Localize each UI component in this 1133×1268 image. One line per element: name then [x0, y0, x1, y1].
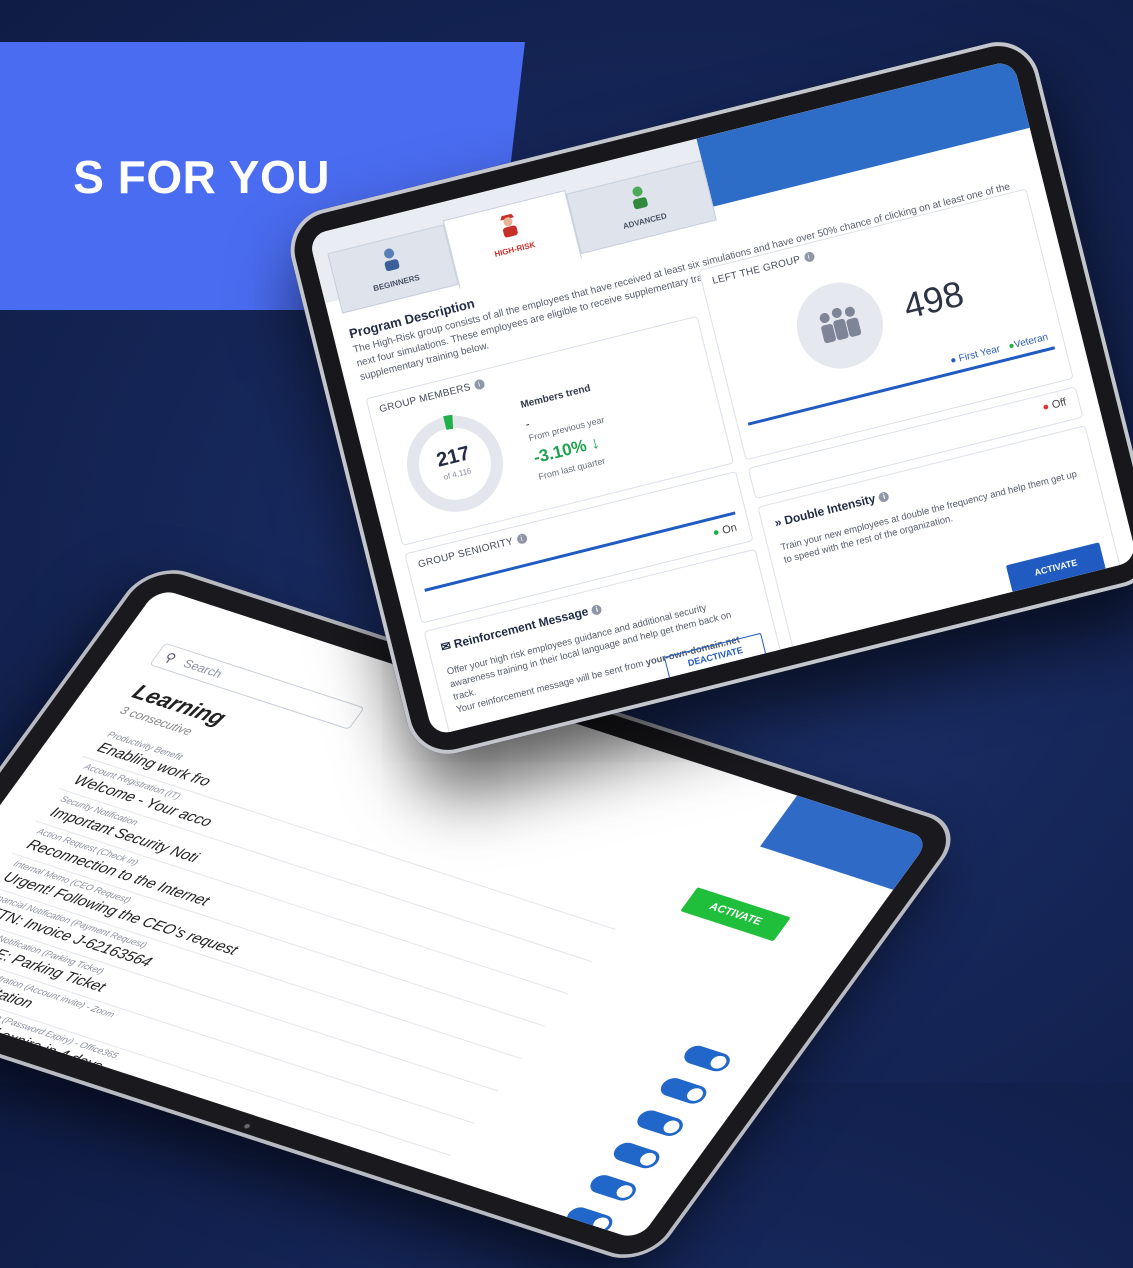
info-icon[interactable]: i: [802, 251, 816, 264]
seniority-status: ● On: [711, 521, 739, 540]
search-icon: ⚲: [161, 649, 180, 666]
left-group-count: 498: [899, 272, 968, 327]
banner-heading: S FOR YOU: [73, 151, 330, 203]
members-trend-title: Members trend: [519, 382, 592, 411]
tab-label: HIGH-RISK: [493, 240, 537, 259]
activate-button[interactable]: ACTIVATE: [680, 887, 791, 942]
search-placeholder: Search: [180, 656, 226, 681]
trend-year-value: -: [523, 416, 532, 432]
tab-label: BEGINNERS: [372, 272, 421, 294]
seniority-status-label: On: [721, 521, 739, 537]
info-icon[interactable]: i: [877, 490, 891, 503]
double-chevron-icon: »: [773, 514, 784, 530]
toggle-switch[interactable]: [633, 1107, 688, 1139]
group-seniority-header: GROUP SENIORITY i: [417, 533, 528, 571]
toggle-switch[interactable]: [656, 1075, 711, 1107]
people-group-icon: [787, 273, 893, 378]
info-icon[interactable]: i: [473, 378, 486, 391]
people-icon: [819, 306, 862, 344]
simulation-list: Productivity Benefit Enabling work fro A…: [0, 724, 735, 1236]
beginner-avatar-icon: [384, 248, 400, 272]
info-icon[interactable]: i: [515, 533, 528, 546]
off-status: ● Off: [1041, 396, 1068, 414]
group-seniority-label: GROUP SENIORITY: [417, 536, 515, 571]
info-icon[interactable]: i: [590, 603, 603, 616]
high-risk-avatar-icon: [500, 213, 518, 238]
toggle-switch[interactable]: [586, 1172, 641, 1204]
toggle-switch[interactable]: [679, 1043, 735, 1074]
message-icon: ✉: [439, 638, 453, 655]
off-status-label: Off: [1050, 396, 1068, 412]
advanced-avatar-icon: [632, 186, 648, 210]
toggle-switch[interactable]: [609, 1140, 664, 1171]
tab-label: ADVANCED: [622, 211, 668, 231]
